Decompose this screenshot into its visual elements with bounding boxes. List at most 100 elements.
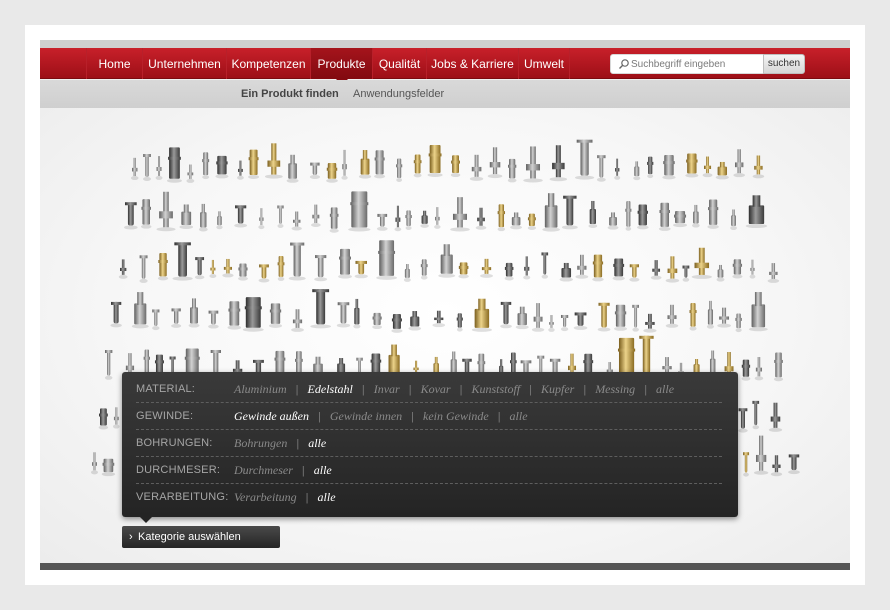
search-button[interactable]: suchen bbox=[763, 54, 805, 74]
filter-option-invar[interactable]: Invar bbox=[374, 382, 400, 396]
nav-item-kompetenzen[interactable]: Kompetenzen bbox=[226, 48, 310, 79]
filter-option-kunststoff[interactable]: Kunststoff bbox=[471, 382, 520, 396]
part-shadow bbox=[391, 328, 403, 333]
subnav-item-ein-produkt-finden[interactable]: Ein Produkt finden bbox=[241, 88, 339, 100]
nut-stem bbox=[137, 292, 144, 305]
pin-part bbox=[550, 315, 553, 328]
nut-stem bbox=[315, 356, 321, 365]
bolt-part bbox=[340, 302, 347, 324]
subnav-item-anwendungsfelder[interactable]: Anwendungsfelder bbox=[353, 88, 444, 100]
search-input[interactable] bbox=[631, 56, 761, 72]
filter-option-bohrungen[interactable]: Bohrungen bbox=[234, 436, 287, 450]
pin-flange bbox=[704, 165, 712, 170]
filter-option-durchmeser[interactable]: Durchmeser bbox=[234, 463, 293, 477]
bolt-head bbox=[563, 195, 577, 199]
nut-stem bbox=[732, 209, 735, 217]
bolt-head bbox=[549, 358, 561, 362]
pin-part bbox=[295, 211, 299, 227]
filter-option-alle[interactable]: alle bbox=[308, 436, 326, 450]
pin-flange bbox=[125, 365, 135, 371]
part-shadow bbox=[733, 173, 746, 178]
filter-option-alle[interactable]: alle bbox=[510, 409, 528, 423]
nav-item-jobs-karriere[interactable]: Jobs & Karriere bbox=[426, 48, 518, 79]
fitting-part bbox=[638, 204, 647, 226]
fitting-collar bbox=[405, 215, 412, 219]
nav-item-home[interactable]: Home bbox=[86, 48, 142, 79]
nut-stem bbox=[752, 195, 761, 207]
part-shadow bbox=[752, 425, 760, 430]
fitting-collar bbox=[458, 265, 469, 269]
fitting-collar bbox=[269, 309, 282, 313]
kategorie-auswaehlen-button[interactable]: › Kategorie auswählen bbox=[122, 526, 280, 548]
pin-flange bbox=[159, 211, 173, 219]
part-shadow bbox=[715, 175, 729, 180]
fitting-part bbox=[690, 302, 696, 327]
fitting-collar bbox=[732, 263, 743, 267]
filter-option-verarbeitung[interactable]: Verarbeitung bbox=[234, 490, 297, 504]
fitting-collar bbox=[350, 202, 369, 206]
part-shadow bbox=[643, 328, 657, 333]
nut-part bbox=[693, 211, 699, 224]
part-shadow bbox=[166, 178, 182, 183]
part-shadow bbox=[338, 274, 352, 279]
filter-option-gewinde-innen[interactable]: Gewinde innen bbox=[330, 409, 402, 423]
bolt-head bbox=[576, 139, 593, 143]
nut-part bbox=[561, 268, 572, 278]
fitting-collar bbox=[238, 267, 248, 271]
filter-option-aluminium[interactable]: Aluminium bbox=[234, 382, 287, 396]
filter-option-kein-gewinde[interactable]: kein Gewinde bbox=[423, 409, 489, 423]
filter-label: GEWINDE: bbox=[136, 410, 194, 422]
pin-part bbox=[773, 402, 778, 428]
pin-part bbox=[771, 263, 776, 279]
filter-option-kupfer[interactable]: Kupfer bbox=[541, 382, 574, 396]
nav-item-unternehmen[interactable]: Unternehmen bbox=[142, 48, 226, 79]
bottom-bar bbox=[40, 563, 850, 570]
pin-flange bbox=[477, 217, 485, 222]
bolt-head bbox=[639, 335, 654, 339]
part-shadow bbox=[515, 325, 529, 330]
part-shadow bbox=[413, 173, 422, 178]
fitting-part bbox=[664, 154, 674, 176]
part-shadow bbox=[633, 176, 641, 181]
pin-part bbox=[163, 191, 169, 228]
part-shadow bbox=[101, 472, 116, 477]
part-shadow bbox=[500, 324, 512, 329]
part-shadow bbox=[179, 225, 194, 230]
filter-label: DURCHMESER: bbox=[136, 464, 221, 476]
pin-part bbox=[314, 204, 318, 224]
part-shadow bbox=[682, 277, 690, 282]
bolt-head bbox=[541, 252, 549, 256]
fitting-collar bbox=[141, 206, 151, 210]
part-shadow bbox=[743, 472, 749, 477]
bolt-head bbox=[105, 350, 113, 354]
filter-option-gewinde-aussen[interactable]: Gewinde außen bbox=[234, 409, 309, 423]
filter-options: Verarbeitung | alle bbox=[234, 490, 336, 504]
fitting-part bbox=[144, 349, 149, 374]
fitting-part bbox=[614, 258, 624, 277]
filter-option-edelstahl[interactable]: Edelstahl bbox=[308, 382, 353, 396]
fitting-part bbox=[733, 259, 742, 275]
pin-part bbox=[436, 207, 439, 225]
pin-flange bbox=[724, 366, 734, 372]
nut-stem bbox=[391, 344, 397, 357]
pin-part bbox=[343, 149, 346, 176]
nav-item-umwelt[interactable]: Umwelt bbox=[518, 48, 570, 79]
fitting-collar bbox=[659, 210, 670, 214]
part-shadow bbox=[408, 326, 422, 331]
filter-option-alle[interactable]: alle bbox=[318, 490, 336, 504]
nav-item-produkte[interactable]: Produkte bbox=[310, 48, 372, 85]
fitting-part bbox=[100, 408, 107, 426]
fitting-part bbox=[275, 350, 285, 374]
bolt-head bbox=[356, 357, 363, 361]
bolt-head bbox=[462, 358, 472, 362]
fitting-collar bbox=[329, 213, 339, 217]
bolt-part bbox=[580, 139, 589, 176]
part-shadow bbox=[314, 277, 328, 282]
filter-option-alle[interactable]: alle bbox=[656, 382, 674, 396]
pin-flange bbox=[223, 266, 233, 270]
nav-item-qualitaet[interactable]: Qualität bbox=[372, 48, 426, 79]
filter-option-alle[interactable]: alle bbox=[314, 463, 332, 477]
filter-option-kovar[interactable]: Kovar bbox=[421, 382, 451, 396]
filter-option-messing[interactable]: Messing bbox=[595, 382, 635, 396]
nut-part bbox=[589, 209, 596, 225]
